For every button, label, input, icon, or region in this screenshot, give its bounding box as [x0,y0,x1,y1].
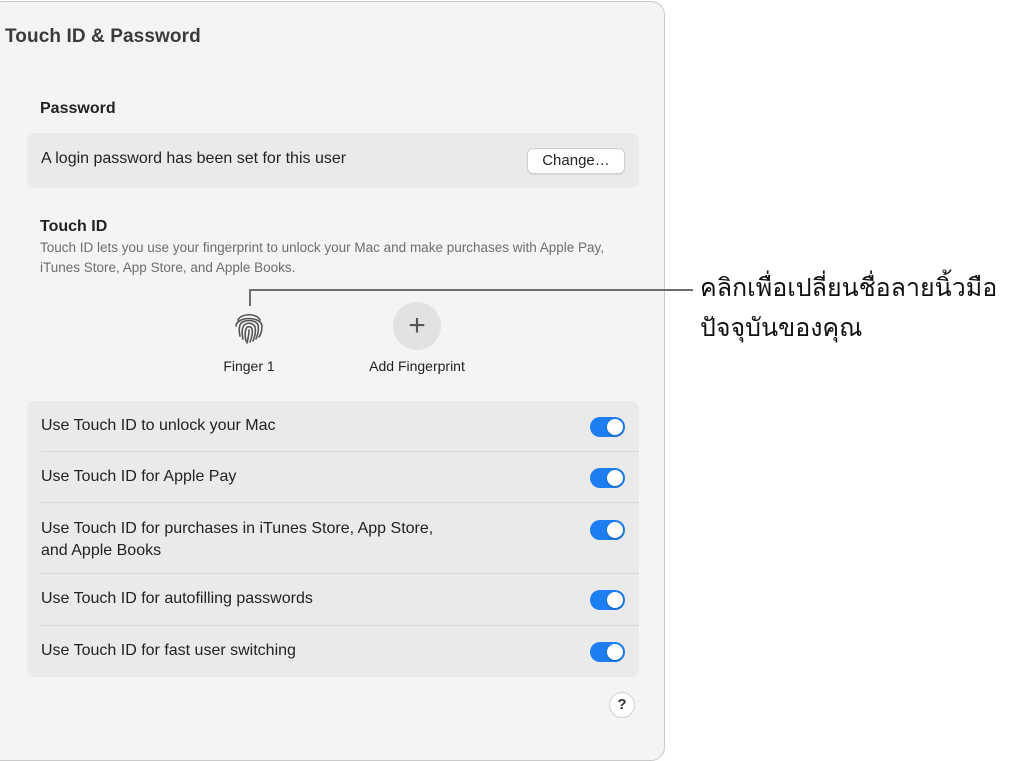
option-row-apple-pay: Use Touch ID for Apple Pay [27,452,639,503]
toggle-knob [607,644,623,660]
password-status-text: A login password has been set for this u… [41,150,347,167]
apple-pay-toggle[interactable] [590,468,625,488]
toggle-knob [607,522,623,538]
unlock-mac-toggle[interactable] [590,417,625,437]
option-row-fast-user-switching: Use Touch ID for fast user switching [27,626,639,677]
toggle-knob [607,419,623,435]
add-fingerprint-tile[interactable]: + Add Fingerprint [357,302,477,374]
purchases-toggle[interactable] [590,520,625,540]
option-label: Use Touch ID to unlock your Mac [41,417,276,434]
change-password-button[interactable]: Change… [527,148,625,174]
touch-id-description: Touch ID lets you use your fingerprint t… [40,240,605,275]
touch-id-options-card: Use Touch ID to unlock your Mac Use Touc… [27,401,639,677]
toggle-knob [607,470,623,486]
fast-user-switching-toggle[interactable] [590,642,625,662]
help-button[interactable]: ? [609,692,635,718]
window-title: Touch ID & Password [5,26,201,47]
plus-icon: + [393,302,441,350]
fingerprint-icon [225,302,273,350]
toggle-knob [607,592,623,608]
option-label: Use Touch ID for purchases in iTunes Sto… [41,520,434,559]
fingerprint-tile-finger-1[interactable]: Finger 1 [214,302,284,374]
callout-leader-horizontal [249,289,693,291]
option-label: Use Touch ID for autofilling passwords [41,590,313,607]
fingerprint-label: Finger 1 [223,358,275,374]
option-row-unlock-mac: Use Touch ID to unlock your Mac [27,401,639,452]
option-label: Use Touch ID for Apple Pay [41,468,237,485]
option-label: Use Touch ID for fast user switching [41,642,296,659]
option-row-autofill: Use Touch ID for autofilling passwords [27,574,639,626]
callout-text: คลิกเพื่อเปลี่ยนชื่อลายนิ้วมือปัจจุบันขอ… [700,273,998,342]
callout-leader-vertical [249,289,251,306]
touch-id-heading: Touch ID [40,218,108,235]
password-heading: Password [40,100,116,117]
option-row-purchases: Use Touch ID for purchases in iTunes Sto… [27,503,639,574]
add-fingerprint-label: Add Fingerprint [369,358,465,374]
autofill-toggle[interactable] [590,590,625,610]
